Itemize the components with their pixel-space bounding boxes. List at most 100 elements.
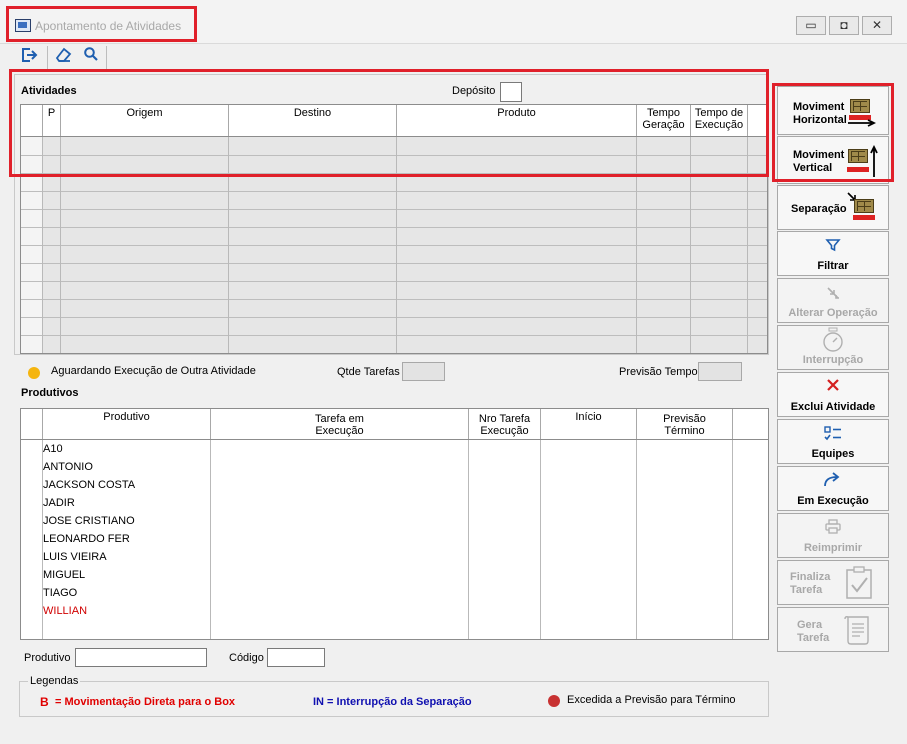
close-icon: ✕ <box>871 18 883 32</box>
exit-button[interactable] <box>15 46 43 70</box>
exclui-atividade-button[interactable]: Exclui Atividade <box>777 372 889 417</box>
header-indicator <box>21 105 43 136</box>
deposito-input[interactable] <box>500 82 522 102</box>
produtivo-row[interactable]: LEONARDO FER <box>43 533 130 545</box>
scroll-document-icon <box>842 614 874 649</box>
row-line <box>21 245 767 246</box>
produtivo-row[interactable]: WILLIAN <box>43 605 87 617</box>
col-line <box>468 409 469 639</box>
col-line <box>210 409 211 639</box>
finaliza-label-2: Tarefa <box>790 584 823 596</box>
equipes-button[interactable]: Equipes <box>777 419 889 464</box>
aguardando-label: Aguardando Execução de Outra Atividade <box>51 365 256 377</box>
produtivo-row[interactable]: A10 <box>43 443 63 455</box>
header-nro-line2: Execução <box>480 425 529 437</box>
moviment-vertical-label-2: Vertical <box>793 162 833 174</box>
col-line <box>747 105 748 353</box>
header-inicio[interactable]: Início <box>541 409 637 439</box>
gera-label-1: Gera <box>797 619 823 631</box>
produtivos-title: Produtivos <box>21 387 79 399</box>
header-origem[interactable]: Origem <box>61 105 229 136</box>
header-tarefa-execucao[interactable]: Tarefa em Execução <box>211 409 469 439</box>
produtivo-row[interactable]: ANTONIO <box>43 461 93 473</box>
close-button[interactable]: ✕ <box>862 16 892 35</box>
header-produto-label: Produto <box>497 107 536 119</box>
header-p-label: P <box>47 107 56 119</box>
gera-tarefa-button[interactable]: Gera Tarefa <box>777 607 889 652</box>
row-line <box>21 281 767 282</box>
header-p[interactable]: P <box>43 105 61 136</box>
alterar-operacao-button[interactable]: Alterar Operação <box>777 278 889 323</box>
search-button[interactable] <box>77 46 105 70</box>
finaliza-tarefa-button[interactable]: Finaliza Tarefa <box>777 560 889 605</box>
maximize-button[interactable]: ◘ <box>829 16 859 35</box>
pallet-vertical-icon <box>846 145 878 179</box>
equipes-label: Equipes <box>811 448 855 460</box>
row-line <box>21 227 767 228</box>
header-destino[interactable]: Destino <box>229 105 397 136</box>
header-tempo-execucao[interactable]: Tempo de Execução <box>691 105 748 136</box>
header-tempo-geracao-line2: Geração <box>642 119 685 131</box>
separacao-icon <box>846 191 876 225</box>
reimprimir-button[interactable]: Reimprimir <box>777 513 889 558</box>
header-produto[interactable]: Produto <box>397 105 637 136</box>
header-produtivo[interactable]: Produtivo <box>43 409 211 439</box>
col-line <box>690 105 691 353</box>
aguardando-legend-dot <box>28 367 40 379</box>
clear-button[interactable] <box>49 46 77 70</box>
produtivo-row[interactable]: JOSE CRISTIANO <box>43 515 135 527</box>
checklist-icon <box>778 425 888 447</box>
em-execucao-button[interactable]: Em Execução <box>777 466 889 511</box>
legendas-title: Legendas <box>28 675 81 687</box>
legenda-excedida-dot <box>548 695 560 707</box>
separacao-label: Separação <box>791 203 847 215</box>
header-inicio-label: Início <box>575 411 602 423</box>
title-bar[interactable]: Apontamento de Atividades ▭ ◘ ✕ <box>0 0 907 44</box>
atividades-grid[interactable]: P Origem Destino Produto Tempo Geração T… <box>20 104 768 354</box>
produtivo-filter-input[interactable] <box>75 648 207 667</box>
qtde-tarefas-label: Qtde Tarefas <box>337 366 400 378</box>
legenda-box-symbol: B <box>40 695 49 709</box>
header-tempo-geracao-line1: Tempo <box>646 107 681 119</box>
printer-icon <box>778 519 888 539</box>
row-line <box>21 155 767 156</box>
header-previsao-termino[interactable]: Previsão Término <box>637 409 733 439</box>
row-line <box>21 317 767 318</box>
header-origem-label: Origem <box>126 107 163 119</box>
header-tarefa-line2: Execução <box>315 425 364 437</box>
col-line <box>60 105 61 353</box>
produtivo-row[interactable]: MIGUEL <box>43 569 85 581</box>
produtivo-row[interactable]: TIAGO <box>43 587 77 599</box>
codigo-filter-input[interactable] <box>267 648 325 667</box>
header-tempo-geracao[interactable]: Tempo Geração <box>637 105 691 136</box>
header-nro-tarefa[interactable]: Nro Tarefa Execução <box>469 409 541 439</box>
filtrar-button[interactable]: Filtrar <box>777 231 889 276</box>
header-destino-label: Destino <box>293 107 332 119</box>
row-line <box>21 263 767 264</box>
produtivo-row[interactable]: JACKSON COSTA <box>43 479 135 491</box>
interrupcao-label: Interrupção <box>802 354 864 366</box>
interrupcao-button[interactable]: Interrupção <box>777 325 889 370</box>
col-line <box>732 409 733 639</box>
produtivos-grid[interactable]: Produtivo Tarefa em Execução Nro Tarefa … <box>20 408 769 640</box>
produtivo-row[interactable]: JADIR <box>43 497 75 509</box>
header-indicator <box>21 409 43 439</box>
filter-icon <box>778 237 888 257</box>
em-execucao-label: Em Execução <box>797 495 869 507</box>
codigo-filter-label: Código <box>229 652 264 664</box>
moviment-horizontal-button[interactable]: Moviment Horizontal <box>777 86 889 135</box>
alterar-operacao-label: Alterar Operação <box>788 307 878 319</box>
minimize-button[interactable]: ▭ <box>796 16 826 35</box>
toolbar-separator <box>106 46 107 70</box>
col-line <box>396 105 397 353</box>
moviment-vertical-button[interactable]: Moviment Vertical <box>777 136 889 184</box>
clipboard-check-icon <box>844 566 874 603</box>
reimprimir-label: Reimprimir <box>803 542 863 554</box>
legenda-excedida-text: Excedida a Previsão para Término <box>567 694 736 706</box>
produtivo-row[interactable]: LUIS VIEIRA <box>43 551 107 563</box>
window-title: Apontamento de Atividades <box>35 19 182 33</box>
separacao-button[interactable]: Separação <box>777 185 889 230</box>
header-prev-line1: Previsão <box>663 413 706 425</box>
window-app-icon <box>15 19 31 32</box>
moviment-horizontal-label-1: Moviment <box>793 101 845 113</box>
